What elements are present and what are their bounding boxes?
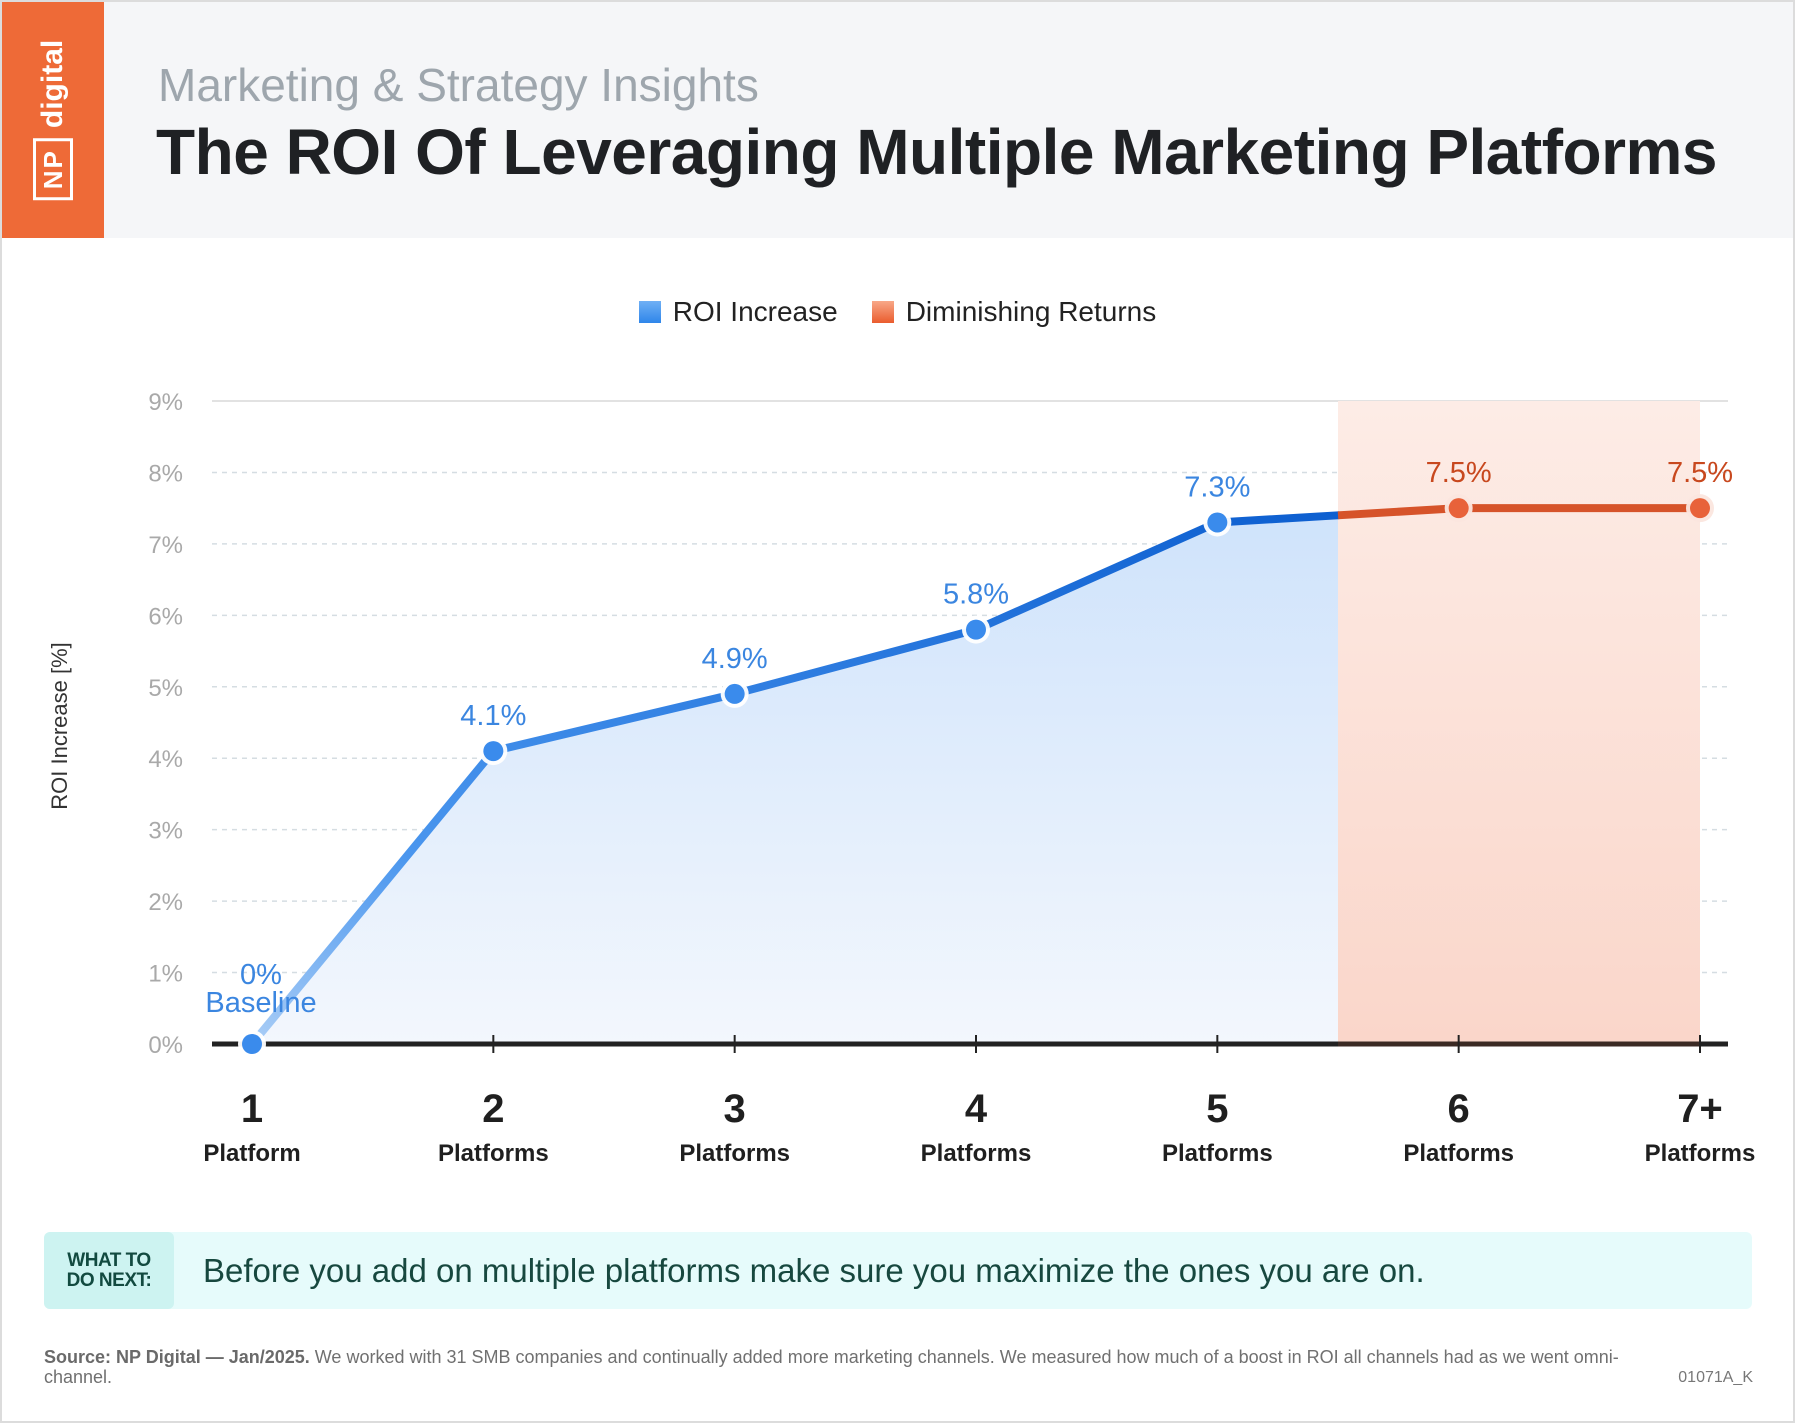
roi-increase-area xyxy=(252,515,1338,1044)
data-point xyxy=(1448,498,1469,519)
x-tick-unit: Platforms xyxy=(921,1140,1032,1167)
y-tick-label: 9% xyxy=(148,389,183,416)
data-label: 7.5% xyxy=(1426,457,1492,489)
y-tick-label: 0% xyxy=(148,1032,183,1059)
data-label: 5.8% xyxy=(943,579,1009,611)
source-note: Source: NP Digital — Jan/2025. We worked… xyxy=(44,1347,1624,1387)
y-tick-label: 2% xyxy=(148,889,183,916)
diminishing-returns-region xyxy=(1338,401,1700,1044)
y-tick-label: 1% xyxy=(148,961,183,988)
x-tick-unit: Platforms xyxy=(679,1140,790,1167)
x-tick-number: 3 xyxy=(724,1087,746,1131)
x-tick-unit: Platforms xyxy=(1645,1140,1756,1167)
data-point xyxy=(242,1034,262,1054)
what-to-do-next-callout: WHAT TO DO NEXT: Before you add on multi… xyxy=(44,1232,1752,1309)
callout-label: WHAT TO DO NEXT: xyxy=(44,1232,174,1309)
data-label: 7.5% xyxy=(1667,457,1733,489)
x-tick-number: 4 xyxy=(965,1087,988,1131)
x-tick-unit: Platform xyxy=(203,1140,300,1167)
x-tick-number: 1 xyxy=(241,1087,263,1131)
data-point xyxy=(1690,498,1710,519)
x-tick-unit: Platforms xyxy=(438,1140,549,1167)
data-label: 4.9% xyxy=(702,643,768,675)
y-tick-label: 8% xyxy=(148,460,183,487)
source-label: Source: NP Digital — Jan/2025. xyxy=(44,1347,310,1367)
x-tick-unit: Platforms xyxy=(1403,1140,1514,1167)
document-code: 01071A_K xyxy=(1678,1369,1753,1386)
y-tick-label: 6% xyxy=(148,603,183,630)
data-point xyxy=(1207,512,1228,533)
x-tick-number: 7+ xyxy=(1677,1087,1723,1131)
y-tick-label: 3% xyxy=(148,818,183,845)
x-tick-number: 5 xyxy=(1206,1087,1228,1131)
callout-label-line1: WHAT TO xyxy=(67,1249,151,1271)
y-tick-label: 4% xyxy=(148,746,183,773)
data-point xyxy=(483,741,504,762)
x-tick-number: 2 xyxy=(482,1087,504,1131)
y-tick-label: 7% xyxy=(148,532,183,559)
baseline-annotation: Baseline xyxy=(205,987,316,1019)
roi-line-chart: 0%1%2%3%4%5%6%7%8%9%0%1Platform4.1%2Plat… xyxy=(148,389,1756,1167)
data-label: 4.1% xyxy=(460,700,526,732)
callout-label-line2: DO NEXT: xyxy=(66,1269,152,1291)
y-tick-label: 5% xyxy=(148,675,183,702)
data-label: 7.3% xyxy=(1184,471,1250,503)
data-point xyxy=(724,683,745,704)
x-tick-unit: Platforms xyxy=(1162,1140,1273,1167)
data-point xyxy=(966,619,986,640)
x-tick-number: 6 xyxy=(1448,1087,1470,1131)
callout-text: Before you add on multiple platforms mak… xyxy=(203,1251,1425,1289)
